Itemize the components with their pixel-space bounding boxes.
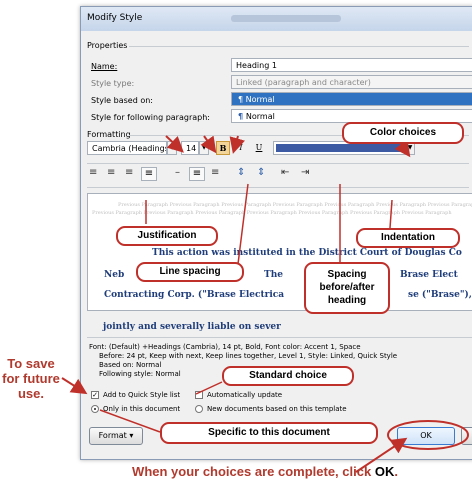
completion-note: When your choices are complete, click OK… (132, 464, 398, 479)
ok-highlight-ring (387, 420, 469, 450)
indentation-callout: Indentation (356, 228, 460, 248)
standard-choice-callout: Standard choice (222, 366, 354, 386)
completion-note-ok: OK (374, 464, 395, 479)
save-future-note: To save for future use. (2, 356, 60, 401)
spacing-callout: Spacing before/after heading (304, 262, 390, 314)
save-arrow (61, 377, 88, 395)
line-spacing-pointer (237, 183, 249, 265)
bold-arrow (229, 135, 245, 154)
size-arrow (200, 135, 217, 154)
color-choices-callout: Color choices (342, 122, 464, 144)
standard-pointer (195, 381, 223, 395)
justification-callout: Justification (116, 226, 218, 246)
specific-pointer (99, 409, 161, 433)
line-spacing-callout: Line spacing (136, 262, 244, 282)
completion-note-text: When your choices are complete, click (132, 464, 372, 479)
specific-callout: Specific to this document (160, 422, 378, 444)
indentation-pointer (389, 199, 393, 229)
font-arrow (165, 135, 184, 153)
